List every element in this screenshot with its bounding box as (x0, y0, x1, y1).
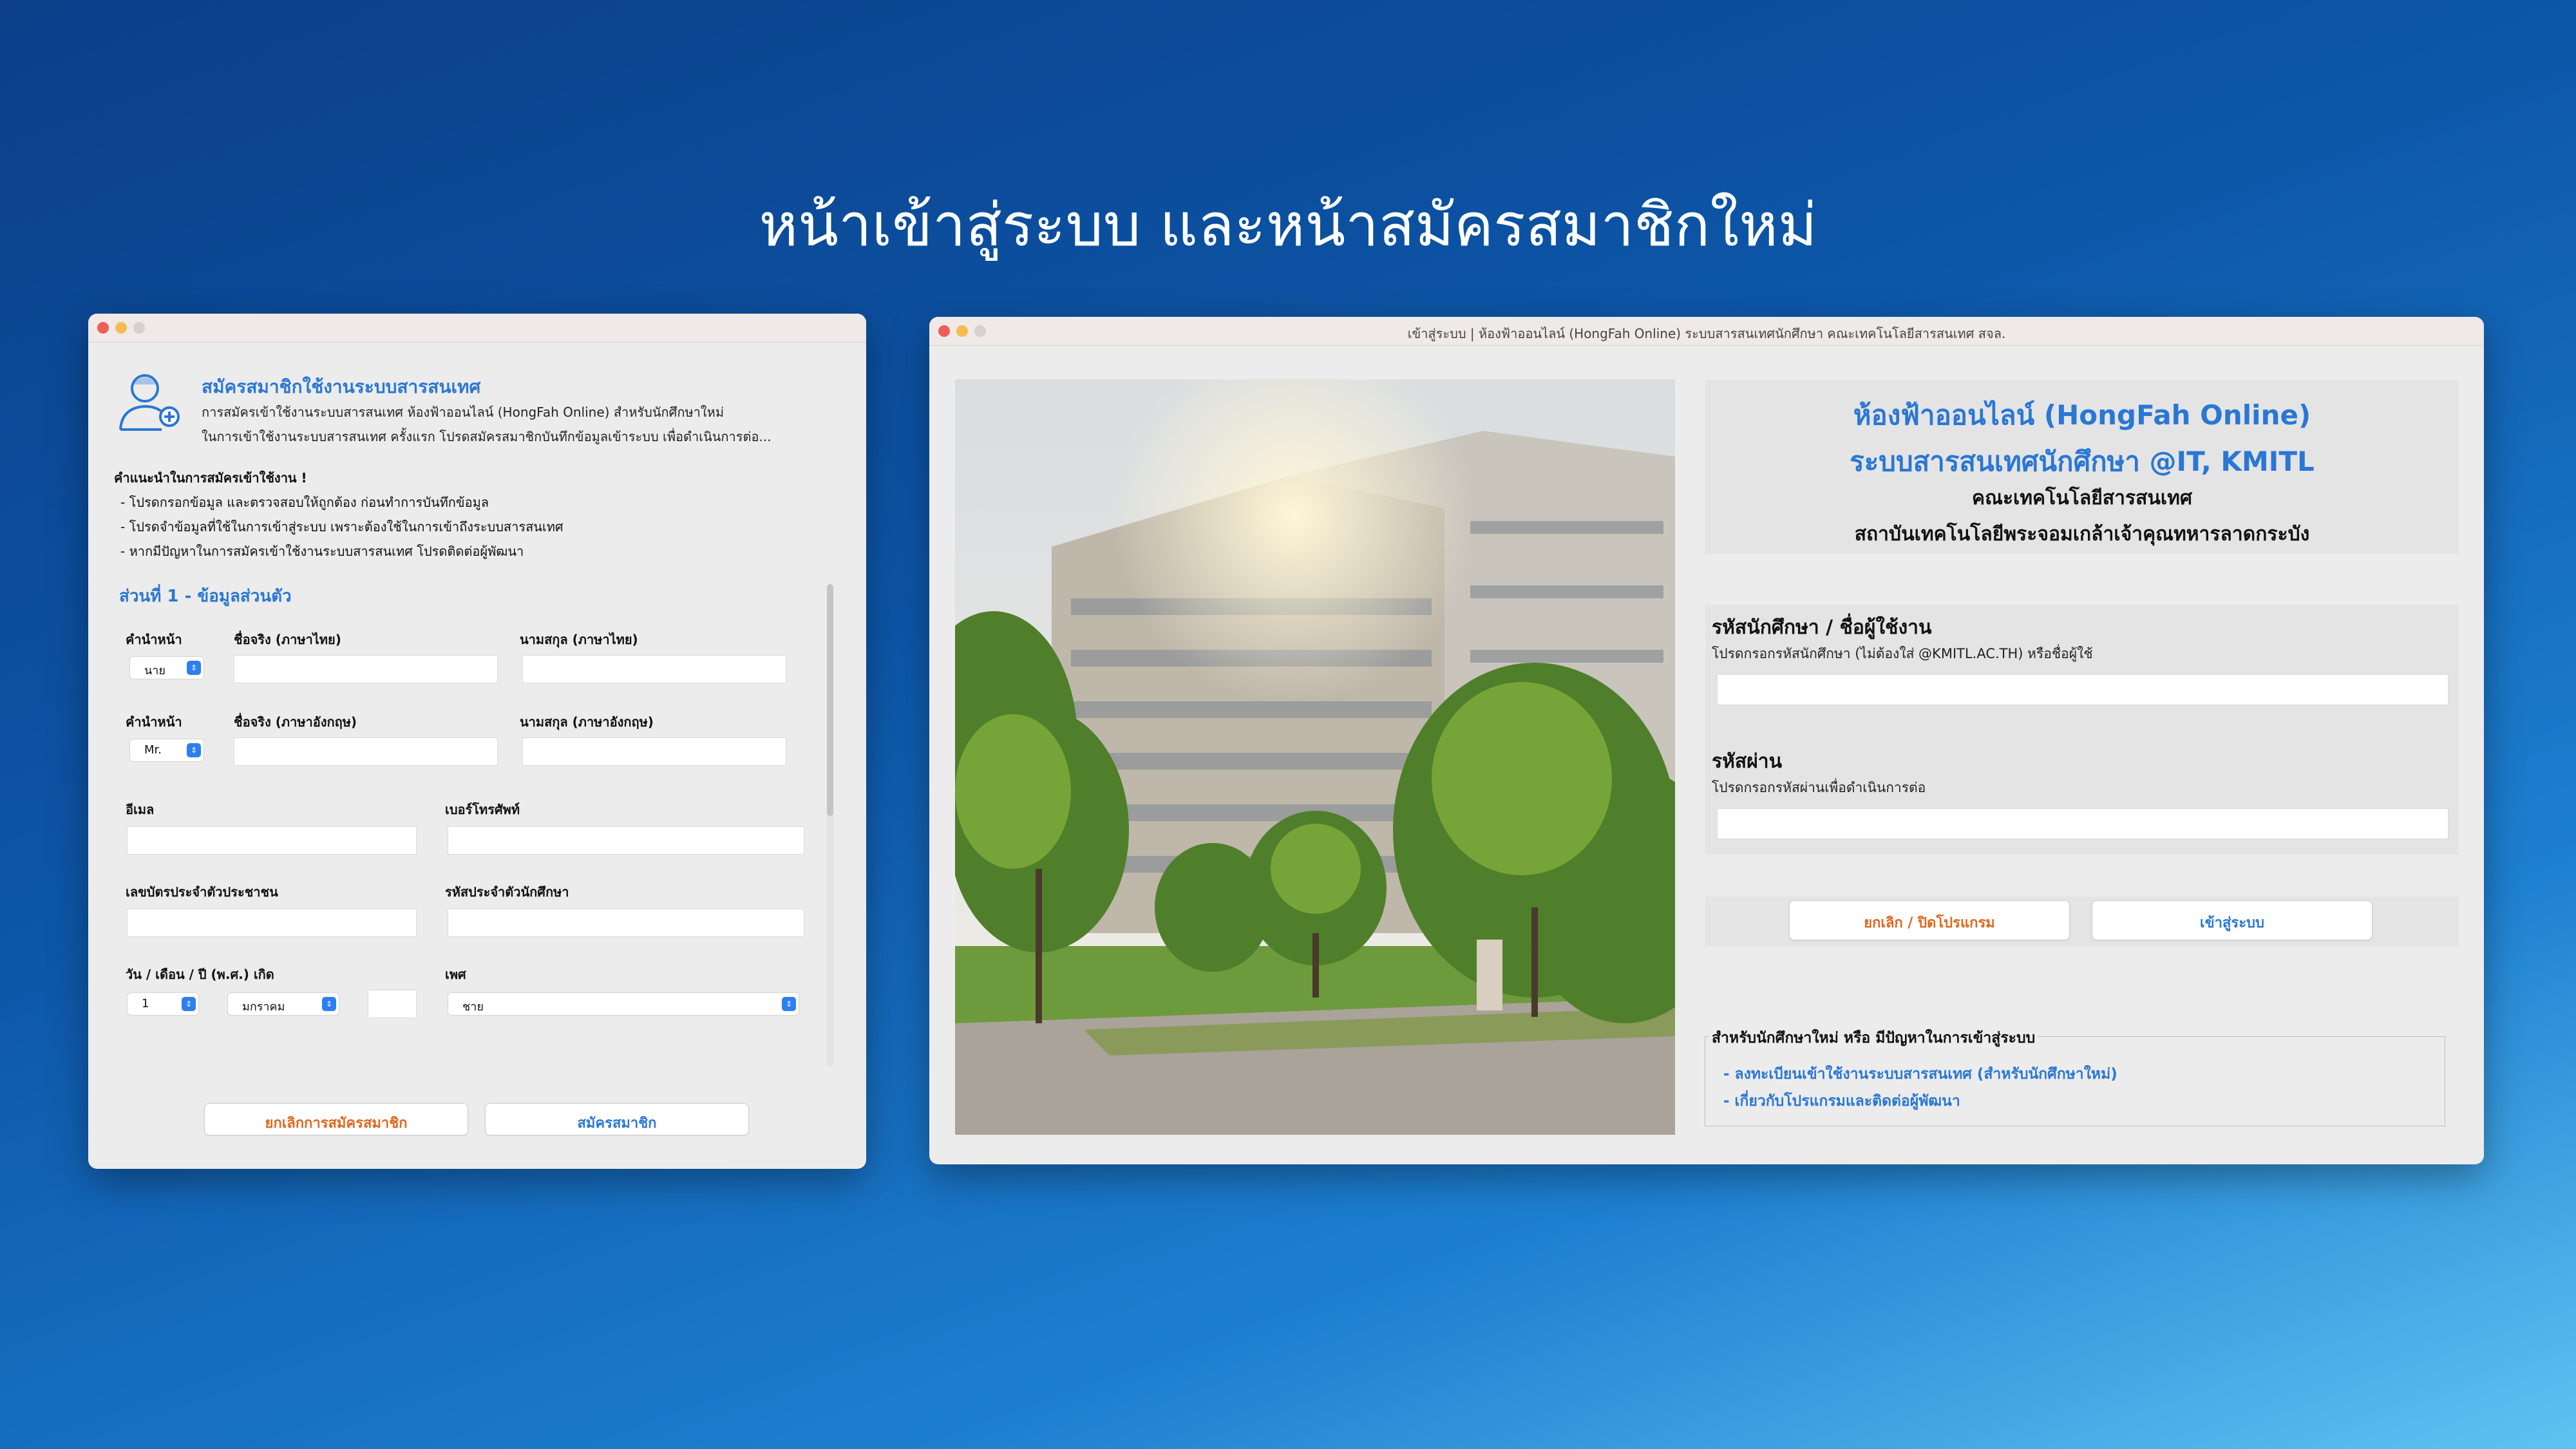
prefix-en-value: Mr. (144, 743, 162, 757)
registration-intro: การสมัครเข้าใช้งานระบบสารสนเทศ ห้องฟ้าออ… (202, 400, 846, 449)
login-titlebar: เข้าสู่ระบบ | ห้องฟ้าออนไลน์ (HongFah On… (929, 317, 2484, 346)
registration-window: สมัครสมาชิกใช้งานระบบสารสนเทศ การสมัครเข… (88, 314, 866, 1169)
close-window-button[interactable] (97, 322, 109, 334)
chevron-updown-icon: ⇕ (187, 661, 201, 675)
student-id-label: รหัสประจำตัวนักศึกษา (445, 884, 569, 900)
birth-month-select[interactable]: มกราคม ⇕ (227, 992, 339, 1016)
intro-line-1: การสมัครเข้าใช้งานระบบสารสนเทศ ห้องฟ้าออ… (202, 404, 724, 420)
username-label: รหัสนักศึกษา / ชื่อผู้ใช้งาน (1712, 616, 1932, 639)
cancel-close-button[interactable]: ยกเลิก / ปิดโปรแกรม (1789, 900, 2070, 940)
lastname-en-label: นามสกุล (ภาษาอังกฤษ) (520, 714, 654, 730)
minimize-window-button[interactable] (115, 322, 127, 334)
cancel-registration-button[interactable]: ยกเลิกการสมัครสมาชิก (204, 1103, 468, 1135)
birthdate-label: วัน / เดือน / ปี (พ.ศ.) เกิด (126, 967, 274, 982)
advice-line: - หากมีปัญหาในการสมัครเข้าใช้งานระบบสารส… (120, 544, 524, 559)
lastname-th-input[interactable] (522, 655, 786, 683)
page-headline: หน้าเข้าสู่ระบบ และหน้าสมัครสมาชิกใหม่ (759, 191, 1817, 260)
login-button[interactable]: เข้าสู่ระบบ (2092, 900, 2372, 940)
firstname-en-label: ชื่อจริง (ภาษาอังกฤษ) (234, 714, 357, 730)
form-scrollbar[interactable] (827, 584, 833, 1067)
password-label: รหัสผ่าน (1712, 750, 1783, 773)
login-button-bar: ยกเลิก / ปิดโปรแกรม เข้าสู่ระบบ (1705, 896, 2459, 947)
campus-building-photo (955, 379, 1675, 1135)
login-window-title: เข้าสู่ระบบ | ห้องฟ้าออนไลน์ (HongFah On… (1407, 326, 2006, 341)
credentials-panel: รหัสนักศึกษา / ชื่อผู้ใช้งาน โปรดกรอกรหั… (1705, 605, 2459, 855)
intro-line-2: ในการเข้าใช้งานระบบสารสนเทศ ครั้งแรก โปร… (202, 429, 772, 444)
register-link[interactable]: - ลงทะเบียนเข้าใช้งานระบบสารสนเทศ (สำหรั… (1723, 1063, 2117, 1086)
institute-name: สถาบันเทคโนโลยีพระจอมเกล้าเจ้าคุณทหารลาด… (1854, 523, 2310, 545)
gender-select[interactable]: ชาย ⇕ (448, 992, 799, 1016)
login-header-panel: ห้องฟ้าออนไลน์ (HongFah Online) ระบบสารส… (1705, 380, 2459, 554)
gender-label: เพศ (445, 967, 466, 982)
birth-year-input[interactable] (368, 990, 417, 1018)
advice-block: คำแนะนำในการสมัครเข้าใช้งาน ! - โปรดกรอก… (114, 466, 835, 564)
firstname-th-label: ชื่อจริง (ภาษาไทย) (234, 632, 341, 647)
registration-title: สมัครสมาชิกใช้งานระบบสารสนเทศ (202, 376, 481, 397)
advice-heading: คำแนะนำในการสมัครเข้าใช้งาน ! (114, 470, 307, 486)
firstname-en-input[interactable] (234, 737, 498, 766)
lastname-en-input[interactable] (522, 737, 786, 766)
app-name-heading: ห้องฟ้าออนไลน์ (HongFah Online) (1853, 399, 2311, 431)
birth-month-value: มกราคม (242, 1000, 285, 1014)
faculty-name: คณะเทคโนโลยีสารสนเทศ (1972, 487, 2192, 509)
phone-input[interactable] (448, 826, 804, 855)
firstname-th-input[interactable] (234, 655, 498, 683)
submit-registration-button[interactable]: สมัครสมาชิก (485, 1103, 749, 1135)
registration-titlebar (88, 314, 866, 343)
prefix-en-select[interactable]: Mr. ⇕ (129, 739, 204, 762)
advice-line: - โปรดจำข้อมูลที่ใช้ในการเข้าสู่ระบบ เพร… (120, 519, 564, 535)
chevron-updown-icon: ⇕ (322, 997, 336, 1011)
prefix-th-label: คำนำหน้า (126, 632, 182, 647)
prefix-th-select[interactable]: นาย ⇕ (129, 656, 204, 679)
lastname-th-label: นามสกุล (ภาษาไทย) (520, 632, 638, 647)
national-id-label: เลขบัตรประจำตัวประชาชน (126, 884, 278, 900)
email-input[interactable] (127, 826, 417, 855)
about-contact-link[interactable]: - เกี่ยวกับโปรแกรมและติดต่อผู้พัฒนา (1723, 1090, 1960, 1113)
password-hint: โปรดกรอกรหัสผ่านเพื่อดำเนินการต่อ (1712, 780, 1926, 795)
national-id-input[interactable] (127, 909, 417, 937)
chevron-updown-icon: ⇕ (182, 997, 196, 1011)
chevron-updown-icon: ⇕ (782, 997, 796, 1011)
student-id-input[interactable] (448, 909, 804, 937)
form-scrollbar-thumb[interactable] (827, 584, 833, 816)
password-input[interactable] (1717, 808, 2448, 839)
gender-value: ชาย (462, 1000, 484, 1014)
system-name-heading: ระบบสารสนเทศนักศึกษา @IT, KMITL (1850, 446, 2315, 477)
help-group: สำหรับนักศึกษาใหม่ หรือ มีปัญหาในการเข้า… (1705, 1027, 2445, 1126)
prefix-en-label: คำนำหน้า (126, 714, 182, 730)
username-input[interactable] (1717, 674, 2448, 705)
zoom-window-button[interactable] (133, 322, 145, 334)
prefix-th-value: นาย (144, 664, 166, 677)
chevron-updown-icon: ⇕ (187, 743, 201, 757)
registration-form-scroll[interactable]: ส่วนที่ 1 - ข้อมูลส่วนตัว คำนำหน้า ชื่อจ… (114, 583, 822, 1066)
login-window: เข้าสู่ระบบ | ห้องฟ้าออนไลน์ (HongFah On… (929, 317, 2484, 1164)
window-controls (97, 322, 145, 334)
birth-day-select[interactable]: 1 ⇕ (127, 992, 199, 1016)
email-label: อีเมล (126, 802, 155, 817)
username-hint: โปรดกรอกรหัสนักศึกษา (ไม่ต้องใส่ @KMITL.… (1712, 646, 2093, 661)
user-add-icon (119, 374, 180, 431)
help-title: สำหรับนักศึกษาใหม่ หรือ มีปัญหาในการเข้า… (1709, 1027, 2038, 1050)
advice-line: - โปรดกรอกข้อมูล และตรวจสอบให้ถูกต้อง ก่… (120, 495, 489, 510)
section1-title: ส่วนที่ 1 - ข้อมูลส่วนตัว (119, 587, 292, 606)
birth-day-value: 1 (142, 997, 149, 1010)
phone-label: เบอร์โทรศัพท์ (445, 802, 520, 817)
